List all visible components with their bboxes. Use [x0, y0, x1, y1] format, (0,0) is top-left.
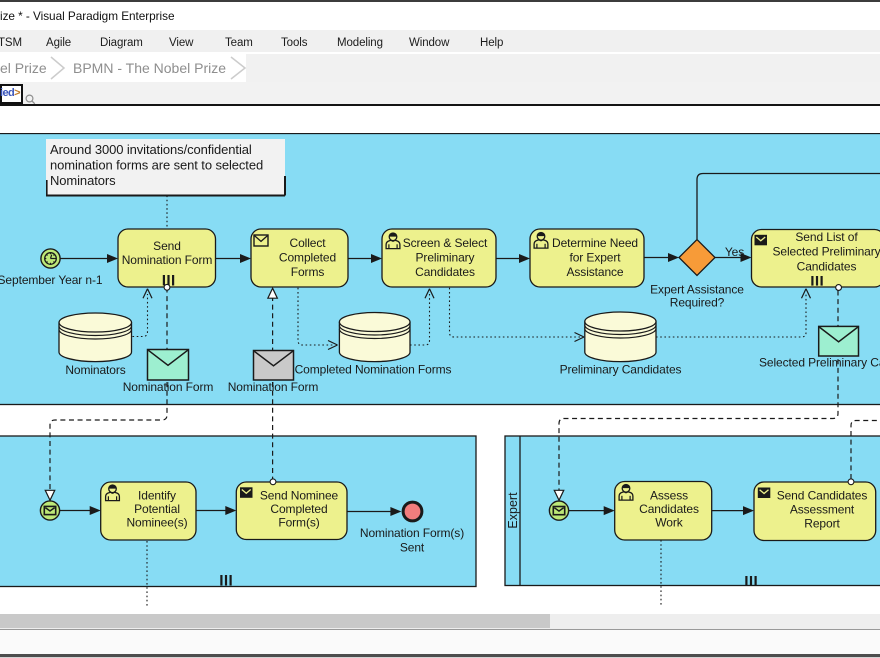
- svg-text:Sent: Sent: [400, 541, 425, 555]
- svg-text:Determine Need: Determine Need: [552, 236, 638, 250]
- svg-text:Candidates: Candidates: [415, 265, 475, 279]
- svg-text:September Year n-1: September Year n-1: [0, 273, 103, 287]
- svg-text:nomination forms are sent to s: nomination forms are sent to selected: [50, 158, 263, 173]
- svg-text:Selected Preliminary Candidate: Selected Preliminary Candidates: [759, 356, 880, 370]
- svg-text:Nominators: Nominators: [65, 363, 125, 377]
- svg-text:Nominee(s): Nominee(s): [126, 516, 187, 530]
- svg-text:Around 3000 invitations/confid: Around 3000 invitations/confidential: [50, 142, 252, 157]
- svg-text:Completed: Completed: [279, 251, 336, 265]
- svg-text:Report: Report: [804, 517, 840, 531]
- svg-text:Form(s): Form(s): [278, 516, 319, 530]
- svg-text:Candidates: Candidates: [797, 260, 857, 274]
- svg-text:Potential: Potential: [134, 502, 180, 516]
- svg-text:Expert Assistance: Expert Assistance: [650, 283, 744, 297]
- svg-text:Screen & Select: Screen & Select: [403, 236, 488, 250]
- svg-text:Send: Send: [153, 239, 181, 253]
- svg-text:Work: Work: [655, 516, 683, 530]
- svg-text:Preliminary Candidates: Preliminary Candidates: [560, 363, 682, 377]
- svg-text:Assess: Assess: [650, 489, 688, 503]
- svg-text:Forms: Forms: [291, 265, 325, 279]
- svg-text:Nomination Form: Nomination Form: [228, 380, 319, 394]
- svg-text:Assistance: Assistance: [566, 265, 623, 279]
- svg-text:Candidates: Candidates: [639, 502, 699, 516]
- svg-text:Completed: Completed: [270, 502, 327, 516]
- svg-text:Collect: Collect: [290, 236, 327, 250]
- svg-text:Completed Nomination Forms: Completed Nomination Forms: [295, 363, 452, 377]
- svg-text:Nomination Form(s): Nomination Form(s): [360, 526, 464, 540]
- svg-text:Send List of: Send List of: [795, 230, 858, 244]
- svg-text:Selected Preliminary: Selected Preliminary: [772, 245, 880, 259]
- svg-text:Required?: Required?: [670, 296, 725, 310]
- svg-text:Expert: Expert: [506, 492, 520, 529]
- svg-text:Assessment: Assessment: [790, 503, 855, 517]
- svg-text:Send Nominee: Send Nominee: [260, 489, 339, 503]
- svg-text:Identify: Identify: [138, 489, 176, 503]
- svg-text:Yes: Yes: [725, 245, 744, 259]
- svg-text:Nomination Form: Nomination Form: [122, 253, 213, 267]
- svg-text:for Expert: for Expert: [569, 251, 621, 265]
- svg-text:Nominators: Nominators: [50, 173, 116, 188]
- svg-text:Preliminary: Preliminary: [416, 251, 475, 265]
- svg-text:Nomination Form: Nomination Form: [123, 380, 214, 394]
- svg-text:Send Candidates: Send Candidates: [777, 489, 868, 503]
